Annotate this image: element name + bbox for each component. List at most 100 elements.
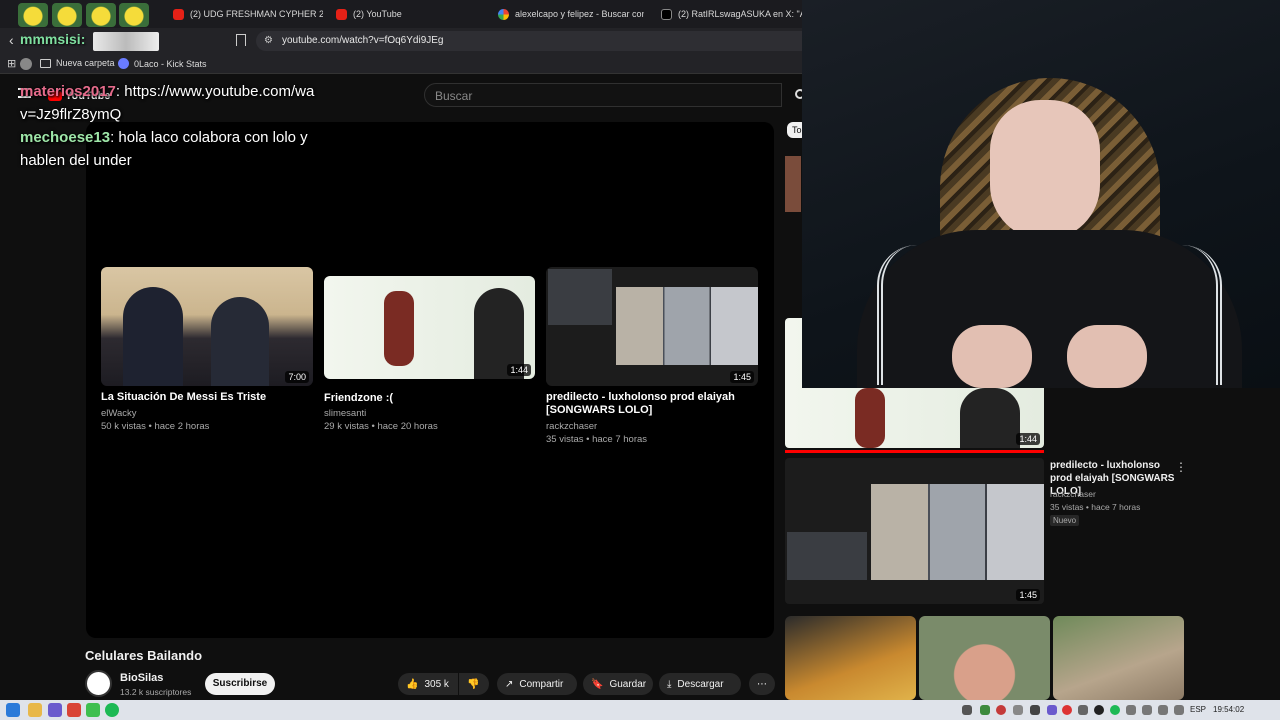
short-thumbnail[interactable]	[785, 616, 916, 700]
browser-tab[interactable]: (2) YouTube	[336, 4, 486, 24]
subscribe-button[interactable]: Suscribirse	[205, 673, 275, 695]
video-title[interactable]: Friendzone :(	[324, 392, 539, 405]
video-thumbnail[interactable]	[785, 156, 801, 212]
short-thumbnail[interactable]	[919, 616, 1050, 700]
video-title[interactable]: predilecto - luxholonso prod elaiyah [SO…	[546, 391, 761, 417]
face	[990, 100, 1100, 240]
bookmark-label: 0Laco - Kick Stats	[134, 58, 207, 69]
bookmark-icon[interactable]	[236, 34, 246, 46]
tray-icon[interactable]	[1030, 705, 1040, 715]
app-icon[interactable]	[86, 703, 100, 717]
browser-tab[interactable]: (2) UDG FRESHMAN CYPHER 2026 -	[173, 4, 323, 24]
page-title: Celulares Bailando	[85, 648, 203, 663]
channel-name[interactable]: rackzchaser	[1050, 489, 1096, 499]
tray-icon[interactable]	[1110, 705, 1120, 715]
clock[interactable]: 19:54:02	[1213, 705, 1244, 714]
chat-overlay: materios2017: https://www.youtube.com/wa…	[20, 80, 340, 172]
save-label: Guardar	[609, 678, 647, 690]
site-settings-icon[interactable]: ⚙	[264, 35, 273, 46]
chat-message: mechoese13: hola laco colabora con lolo …	[20, 126, 340, 172]
tray-icon[interactable]	[996, 705, 1006, 715]
bookmark-item[interactable]: 0Laco - Kick Stats	[118, 58, 207, 69]
watch-progress-bar	[785, 450, 1044, 453]
download-button[interactable]: ⤓ Descargar	[659, 673, 741, 695]
bookmark-label: Nueva carpeta	[56, 58, 115, 68]
battery-icon[interactable]	[1142, 705, 1152, 715]
video-player[interactable]: 7:00 La Situación De Messi Es Triste elW…	[86, 122, 774, 638]
start-icon[interactable]	[6, 703, 20, 717]
video-mosaic	[616, 287, 758, 365]
language-indicator[interactable]: ESP	[1190, 705, 1206, 714]
hand	[1067, 325, 1147, 388]
kick-icon	[118, 58, 129, 69]
hand	[952, 325, 1032, 388]
video-title[interactable]: La Situación De Messi Es Triste	[101, 391, 316, 404]
emote-icon	[119, 3, 149, 27]
share-button[interactable]: ↗ Compartir	[497, 673, 577, 695]
browser-tab[interactable]: alexelcapo y felipez - Buscar con Go	[498, 4, 644, 24]
more-actions-button[interactable]: ⋯	[749, 673, 775, 695]
jacket-stripe	[1162, 245, 1222, 385]
end-screen-card[interactable]: 7:00 La Situación De Messi Es Triste elW…	[101, 267, 313, 437]
bookmark-icon: 🔖	[591, 678, 604, 690]
emote-icon	[52, 3, 82, 27]
short-thumbnail[interactable]	[1053, 616, 1184, 700]
channel-name[interactable]: elWacky	[101, 407, 137, 420]
like-button[interactable]: 👍 305 k	[398, 673, 458, 695]
end-screen-card[interactable]: 1:44 Friendzone :( slimesanti 29 k vista…	[324, 276, 535, 446]
channel-name[interactable]: slimesanti	[324, 407, 366, 420]
chat-username: materios2017	[20, 83, 116, 100]
discord-icon[interactable]	[48, 703, 62, 717]
network-icon[interactable]	[1126, 705, 1136, 715]
channel-name[interactable]: rackzchaser	[546, 420, 597, 433]
thumbs-down-icon: 👎	[467, 678, 480, 690]
end-screen-card[interactable]: 1:45 predilecto - luxholonso prod elaiya…	[546, 267, 758, 457]
tray-icon[interactable]	[1078, 705, 1088, 715]
person-silhouette	[384, 291, 414, 366]
tray-icon[interactable]	[1062, 705, 1072, 715]
emote-icon	[18, 3, 48, 27]
youtube-icon	[336, 8, 347, 20]
video-thumbnail[interactable]: 1:44	[324, 276, 535, 379]
video-thumbnail[interactable]: 7:00	[101, 267, 313, 386]
tab-label: (2) YouTube	[353, 9, 402, 19]
emote-icon	[86, 3, 116, 27]
apps-icon[interactable]: ⊞	[7, 57, 16, 70]
url-field[interactable]: ⚙ youtube.com/watch?v=fOq6Ydi9JEg	[256, 31, 802, 51]
volume-icon[interactable]	[1174, 705, 1184, 715]
new-badge: Nuevo	[1050, 515, 1080, 526]
webcam-overlay	[802, 0, 1280, 388]
x-icon	[661, 8, 672, 20]
person-silhouette	[211, 297, 269, 386]
tray-icon[interactable]	[962, 705, 972, 715]
download-icon: ⤓	[667, 678, 672, 690]
chat-text: v=Jz9flrZ8ymQ	[20, 106, 122, 123]
recommendation-item[interactable]: 1:45	[785, 458, 1044, 604]
url-text: youtube.com/watch?v=fOq6Ydi9JEg	[282, 35, 444, 46]
search-input[interactable]: Buscar	[424, 83, 782, 107]
tray-icon[interactable]	[980, 705, 990, 715]
channel-name[interactable]: BioSilas	[120, 672, 163, 684]
address-bar: ‹ mmmsisi: ⚙ youtube.com/watch?v=fOq6Ydi…	[0, 28, 802, 54]
video-duration: 1:45	[1016, 589, 1040, 601]
spotify-icon[interactable]	[105, 703, 119, 717]
dislike-button[interactable]: 👎	[459, 673, 489, 695]
tray-icon[interactable]	[1013, 705, 1023, 715]
back-icon[interactable]: ‹	[9, 32, 14, 48]
browser-tab[interactable]: (2) RatIRLswagASUKA en X: "ALBUM	[661, 4, 802, 24]
wifi-icon[interactable]	[1158, 705, 1168, 715]
folder-icon[interactable]	[28, 703, 42, 717]
video-duration: 1:44	[507, 364, 531, 376]
subscriber-count: 13.2 k suscriptores	[120, 687, 192, 697]
tray-icon[interactable]	[1094, 705, 1104, 715]
video-thumbnail[interactable]: 1:45	[546, 267, 758, 386]
save-button[interactable]: 🔖 Guardar	[583, 673, 653, 695]
video-meta: 35 vistas • hace 7 horas	[546, 434, 648, 445]
tray-icon[interactable]	[1047, 705, 1057, 715]
bookmark-item[interactable]: Nueva carpeta	[40, 58, 115, 68]
browser-icon[interactable]	[67, 703, 81, 717]
avatar[interactable]	[85, 670, 112, 697]
more-icon[interactable]: ⋮	[1175, 460, 1187, 474]
like-count: 305 k	[424, 678, 449, 690]
video-duration: 7:00	[285, 371, 309, 383]
